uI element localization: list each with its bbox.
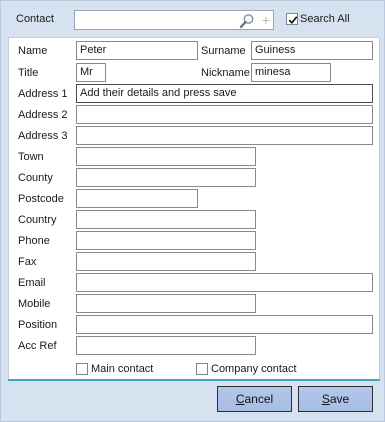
search-all-label: Search All	[300, 13, 350, 25]
save-button[interactable]: Save	[298, 386, 373, 412]
save-label: ave	[329, 392, 350, 406]
contact-search-bar: Contact + Search All	[2, 2, 383, 35]
name-field[interactable]: Peter	[76, 41, 198, 60]
cancel-button[interactable]: Cancel	[217, 386, 292, 412]
mobile-label: Mobile	[18, 298, 51, 310]
name-label: Name	[18, 45, 48, 57]
main-contact-label: Main contact	[91, 363, 154, 375]
acc-ref-field[interactable]	[76, 336, 256, 355]
postcode-label: Postcode	[18, 193, 64, 205]
contact-dialog: Contact + Search All Name Peter Surname …	[0, 0, 385, 422]
country-field[interactable]	[76, 210, 256, 229]
main-contact-checkbox[interactable]	[76, 363, 88, 375]
position-label: Position	[18, 319, 58, 331]
contact-search-box[interactable]: +	[74, 10, 274, 30]
address3-label: Address 3	[18, 130, 68, 142]
company-contact-checkbox[interactable]	[196, 363, 208, 375]
acc-ref-label: Acc Ref	[18, 340, 57, 352]
search-icon[interactable]	[239, 13, 255, 29]
company-contact-label: Company contact	[211, 363, 297, 375]
town-label: Town	[18, 151, 44, 163]
fax-label: Fax	[18, 256, 37, 268]
mobile-field[interactable]	[76, 294, 256, 313]
contact-label: Contact	[16, 13, 54, 25]
county-field[interactable]	[76, 168, 256, 187]
contact-search-input[interactable]	[77, 12, 235, 28]
postcode-field[interactable]	[76, 189, 198, 208]
title-field[interactable]: Mr	[76, 63, 106, 82]
address1-field[interactable]: Add their details and press save	[76, 84, 373, 103]
contact-form-panel: Name Peter Surname Guiness Title Mr Nick…	[8, 37, 380, 380]
address3-field[interactable]	[76, 126, 373, 145]
cancel-label: ancel	[244, 392, 274, 406]
dialog-footer: Cancel Save	[2, 381, 383, 421]
nickname-label: Nickname	[201, 67, 250, 79]
save-mnemonic: S	[321, 392, 330, 406]
email-label: Email	[18, 277, 46, 289]
title-label: Title	[18, 67, 39, 79]
position-field[interactable]	[76, 315, 373, 334]
email-field[interactable]	[76, 273, 373, 292]
address1-label: Address 1	[18, 88, 68, 100]
address2-field[interactable]	[76, 105, 373, 124]
phone-label: Phone	[18, 235, 50, 247]
phone-field[interactable]	[76, 231, 256, 250]
address2-label: Address 2	[18, 109, 68, 121]
plus-icon[interactable]: +	[259, 12, 273, 28]
surname-field[interactable]: Guiness	[251, 41, 373, 60]
nickname-field[interactable]: minesa	[251, 63, 331, 82]
county-label: County	[18, 172, 53, 184]
fax-field[interactable]	[76, 252, 256, 271]
search-all-checkbox[interactable]	[286, 13, 298, 25]
town-field[interactable]	[76, 147, 256, 166]
country-label: Country	[18, 214, 57, 226]
surname-label: Surname	[201, 45, 246, 57]
